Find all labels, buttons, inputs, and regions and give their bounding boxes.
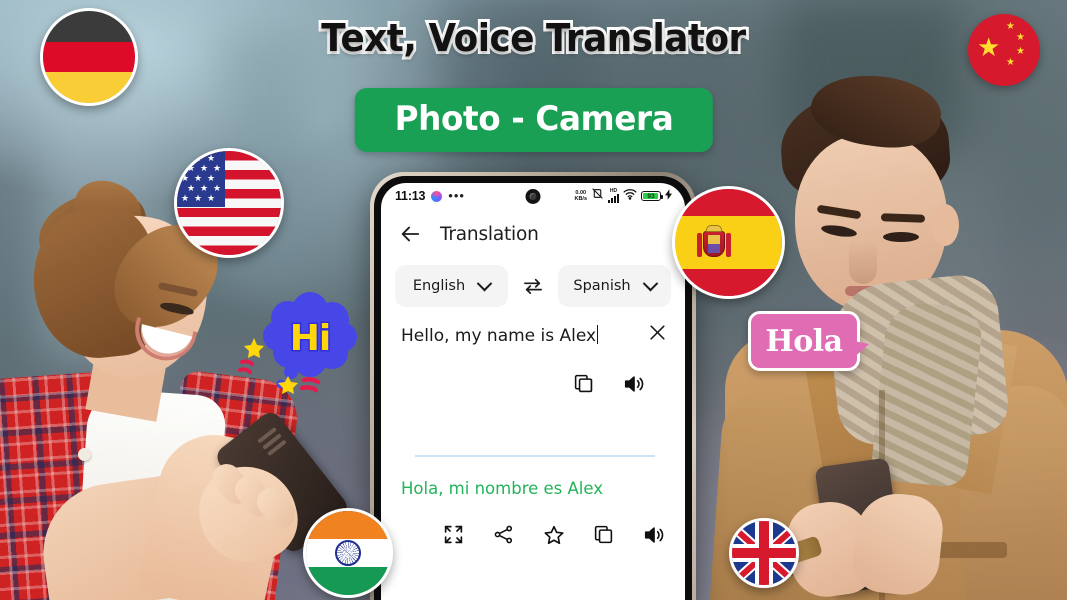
source-language-label: English	[412, 278, 466, 294]
language-selector-row: English Spanish	[381, 251, 685, 307]
favorite-button[interactable]	[543, 524, 565, 546]
germany-flag-icon	[40, 8, 138, 106]
cellular-signal-icon	[608, 193, 619, 203]
fullscreen-button[interactable]	[443, 524, 465, 546]
copy-translation-button[interactable]	[593, 524, 615, 546]
notification-app-icon	[431, 190, 443, 202]
promo-headline: Text, Voice Translator	[318, 13, 748, 63]
source-language-dropdown[interactable]: English	[395, 265, 508, 307]
promo-banner: Text, Voice Translator Photo - Camera 11…	[0, 0, 1067, 600]
app-bar: Translation	[381, 209, 685, 251]
wifi-icon	[623, 187, 637, 205]
data-rate-unit: KB/s	[574, 196, 587, 202]
spain-flag-icon	[672, 186, 785, 299]
clear-text-button[interactable]	[648, 323, 667, 342]
speech-bubble-hola-text: Hola	[765, 323, 843, 359]
speak-translation-button[interactable]	[643, 524, 665, 546]
promo-badge: Photo - Camera	[354, 88, 713, 152]
promo-badge-label: Photo - Camera	[394, 99, 673, 139]
data-rate-indicator: 0.00 KB/s	[574, 190, 587, 202]
copy-source-button[interactable]	[573, 373, 595, 395]
source-actions	[401, 347, 667, 395]
battery-icon: 93	[641, 191, 663, 201]
vibrate-off-icon	[591, 187, 604, 205]
share-button[interactable]	[493, 524, 515, 546]
china-flag-icon: ★ ★ ★ ★ ★	[968, 14, 1040, 86]
india-flag-icon	[303, 508, 393, 598]
chevron-down-icon	[642, 275, 658, 291]
speech-bubble-tail	[849, 340, 869, 362]
translation-panel: Hola, mi nombre es Alex	[381, 457, 685, 546]
page-title: Translation	[440, 223, 539, 245]
camera-punch-hole-icon	[525, 188, 541, 204]
translation-text: Hola, mi nombre es Alex	[401, 478, 603, 498]
speech-bubble-hola: Hola	[748, 311, 869, 371]
target-language-label: Spanish	[573, 278, 631, 294]
united-kingdom-flag-icon	[729, 518, 799, 588]
target-language-dropdown[interactable]: Spanish	[558, 265, 671, 307]
ashoka-chakra-icon	[335, 540, 361, 566]
speak-source-button[interactable]	[623, 373, 645, 395]
chevron-down-icon	[476, 275, 493, 291]
source-text-panel: Hello, my name is Alex	[381, 307, 685, 435]
phone-screen: 11:13 ••• 0.00 KB/s HD 93 Translation En…	[381, 183, 685, 600]
swap-languages-button[interactable]	[514, 277, 552, 295]
united-states-flag-icon: ★ ★ ★ ★ ★ ★ ★ ★ ★ ★ ★ ★ ★ ★ ★	[174, 148, 284, 258]
text-cursor	[597, 325, 599, 344]
translation-actions	[401, 498, 667, 546]
speech-bubble-hi: Hi	[238, 292, 362, 394]
status-bar-indicators: 0.00 KB/s HD 93	[574, 187, 672, 205]
phone-mockup: 11:13 ••• 0.00 KB/s HD 93 Translation En…	[370, 172, 696, 600]
decoration-sparkles	[238, 338, 321, 394]
status-bar-time: 11:13	[395, 189, 426, 203]
battery-percent-label: 93	[647, 192, 655, 200]
source-text-input[interactable]: Hello, my name is Alex	[401, 325, 632, 347]
phone-bezel: 11:13 ••• 0.00 KB/s HD 93 Translation En…	[374, 176, 692, 600]
back-arrow-icon[interactable]	[399, 223, 421, 245]
spain-coat-of-arms-icon	[697, 225, 731, 261]
charging-bolt-icon	[665, 187, 672, 205]
source-text-value: Hello, my name is Alex	[401, 326, 597, 346]
status-bar: 11:13 ••• 0.00 KB/s HD 93	[381, 183, 685, 209]
more-notifications-icon: •••	[448, 188, 465, 203]
